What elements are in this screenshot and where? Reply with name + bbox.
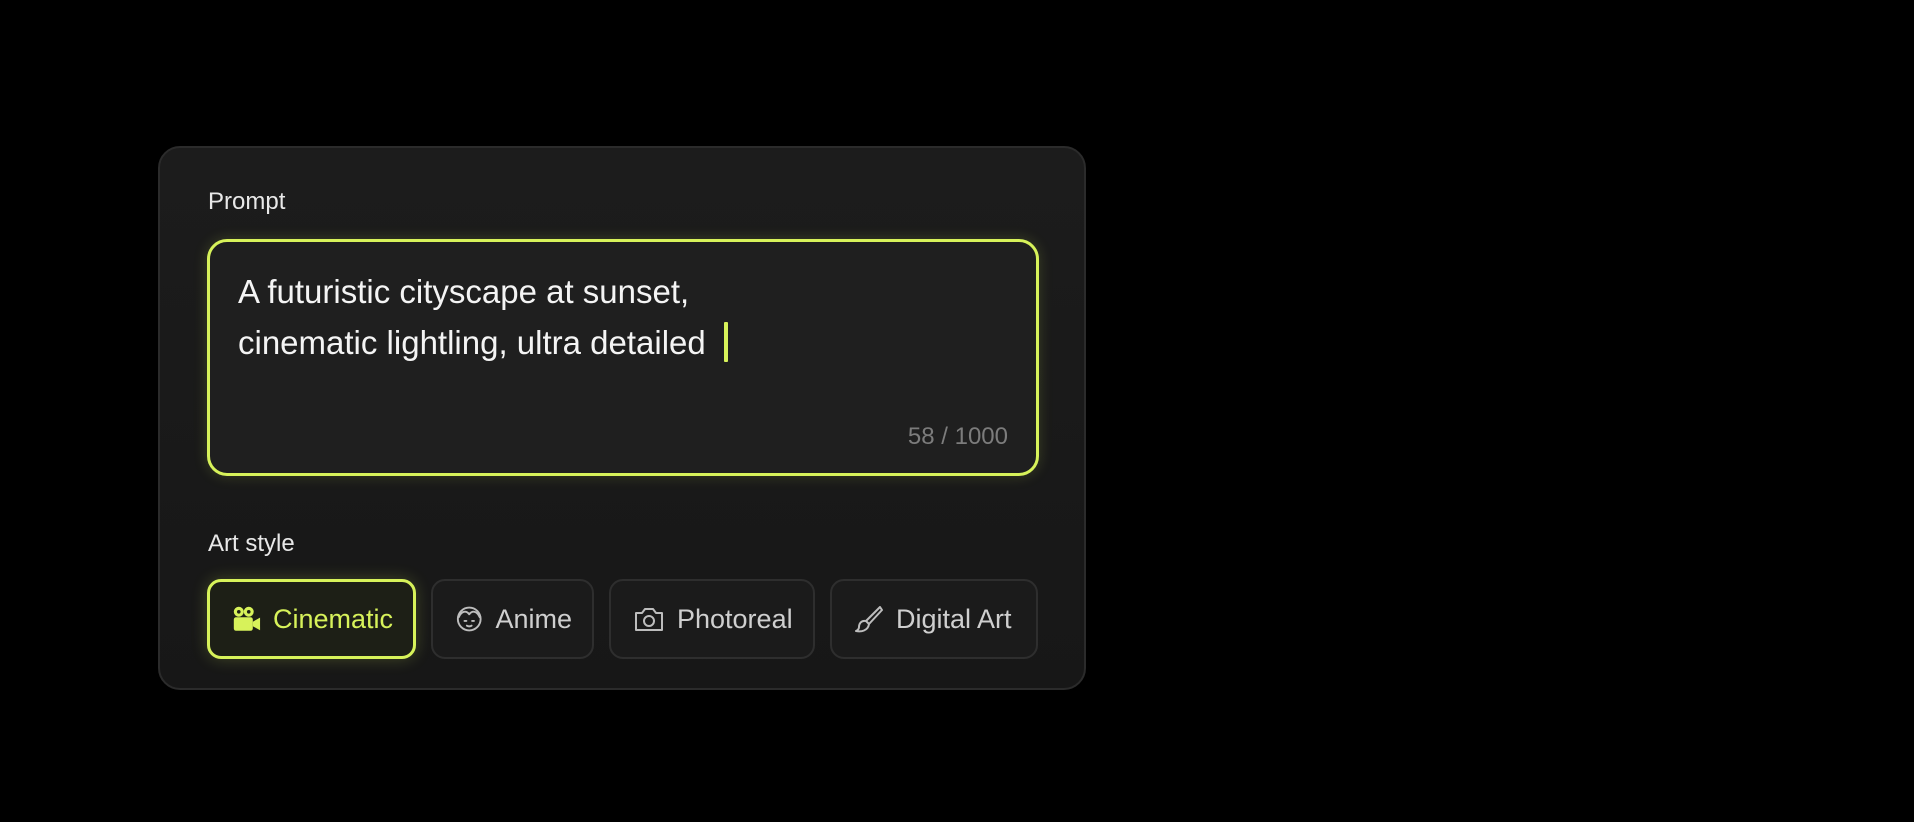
prompt-label: Prompt [208,188,286,215]
prompt-textarea[interactable]: A futuristic cityscape at sunset, cinema… [207,239,1039,476]
style-label-cinematic: Cinematic [272,603,393,634]
text-caret [723,322,728,362]
camera-icon [635,608,663,631]
style-option-anime[interactable]: Anime [431,579,594,659]
style-option-cinematic[interactable]: Cinematic [207,579,416,659]
prompt-card: Prompt A futuristic cityscape at sunset,… [158,146,1086,690]
brush-icon [855,606,883,633]
style-label-anime: Anime [495,603,572,634]
stage: Prompt A futuristic cityscape at sunset,… [0,0,1914,822]
art-style-options: Cinematic Anime Photoreal Digital Art [207,579,1038,659]
style-label-digital-art: Digital Art [896,603,1012,634]
style-option-digital-art[interactable]: Digital Art [830,579,1038,659]
prompt-value: A futuristic cityscape at sunset, cinema… [238,273,706,361]
style-option-photoreal[interactable]: Photoreal [609,579,815,659]
anime-face-icon [456,606,482,632]
character-count: 58 / 1000 [907,423,1008,450]
video-camera-icon [233,606,261,631]
art-style-label: Art style [208,530,295,557]
prompt-text[interactable]: A futuristic cityscape at sunset, cinema… [238,266,998,368]
style-label-photoreal: Photoreal [677,603,793,634]
